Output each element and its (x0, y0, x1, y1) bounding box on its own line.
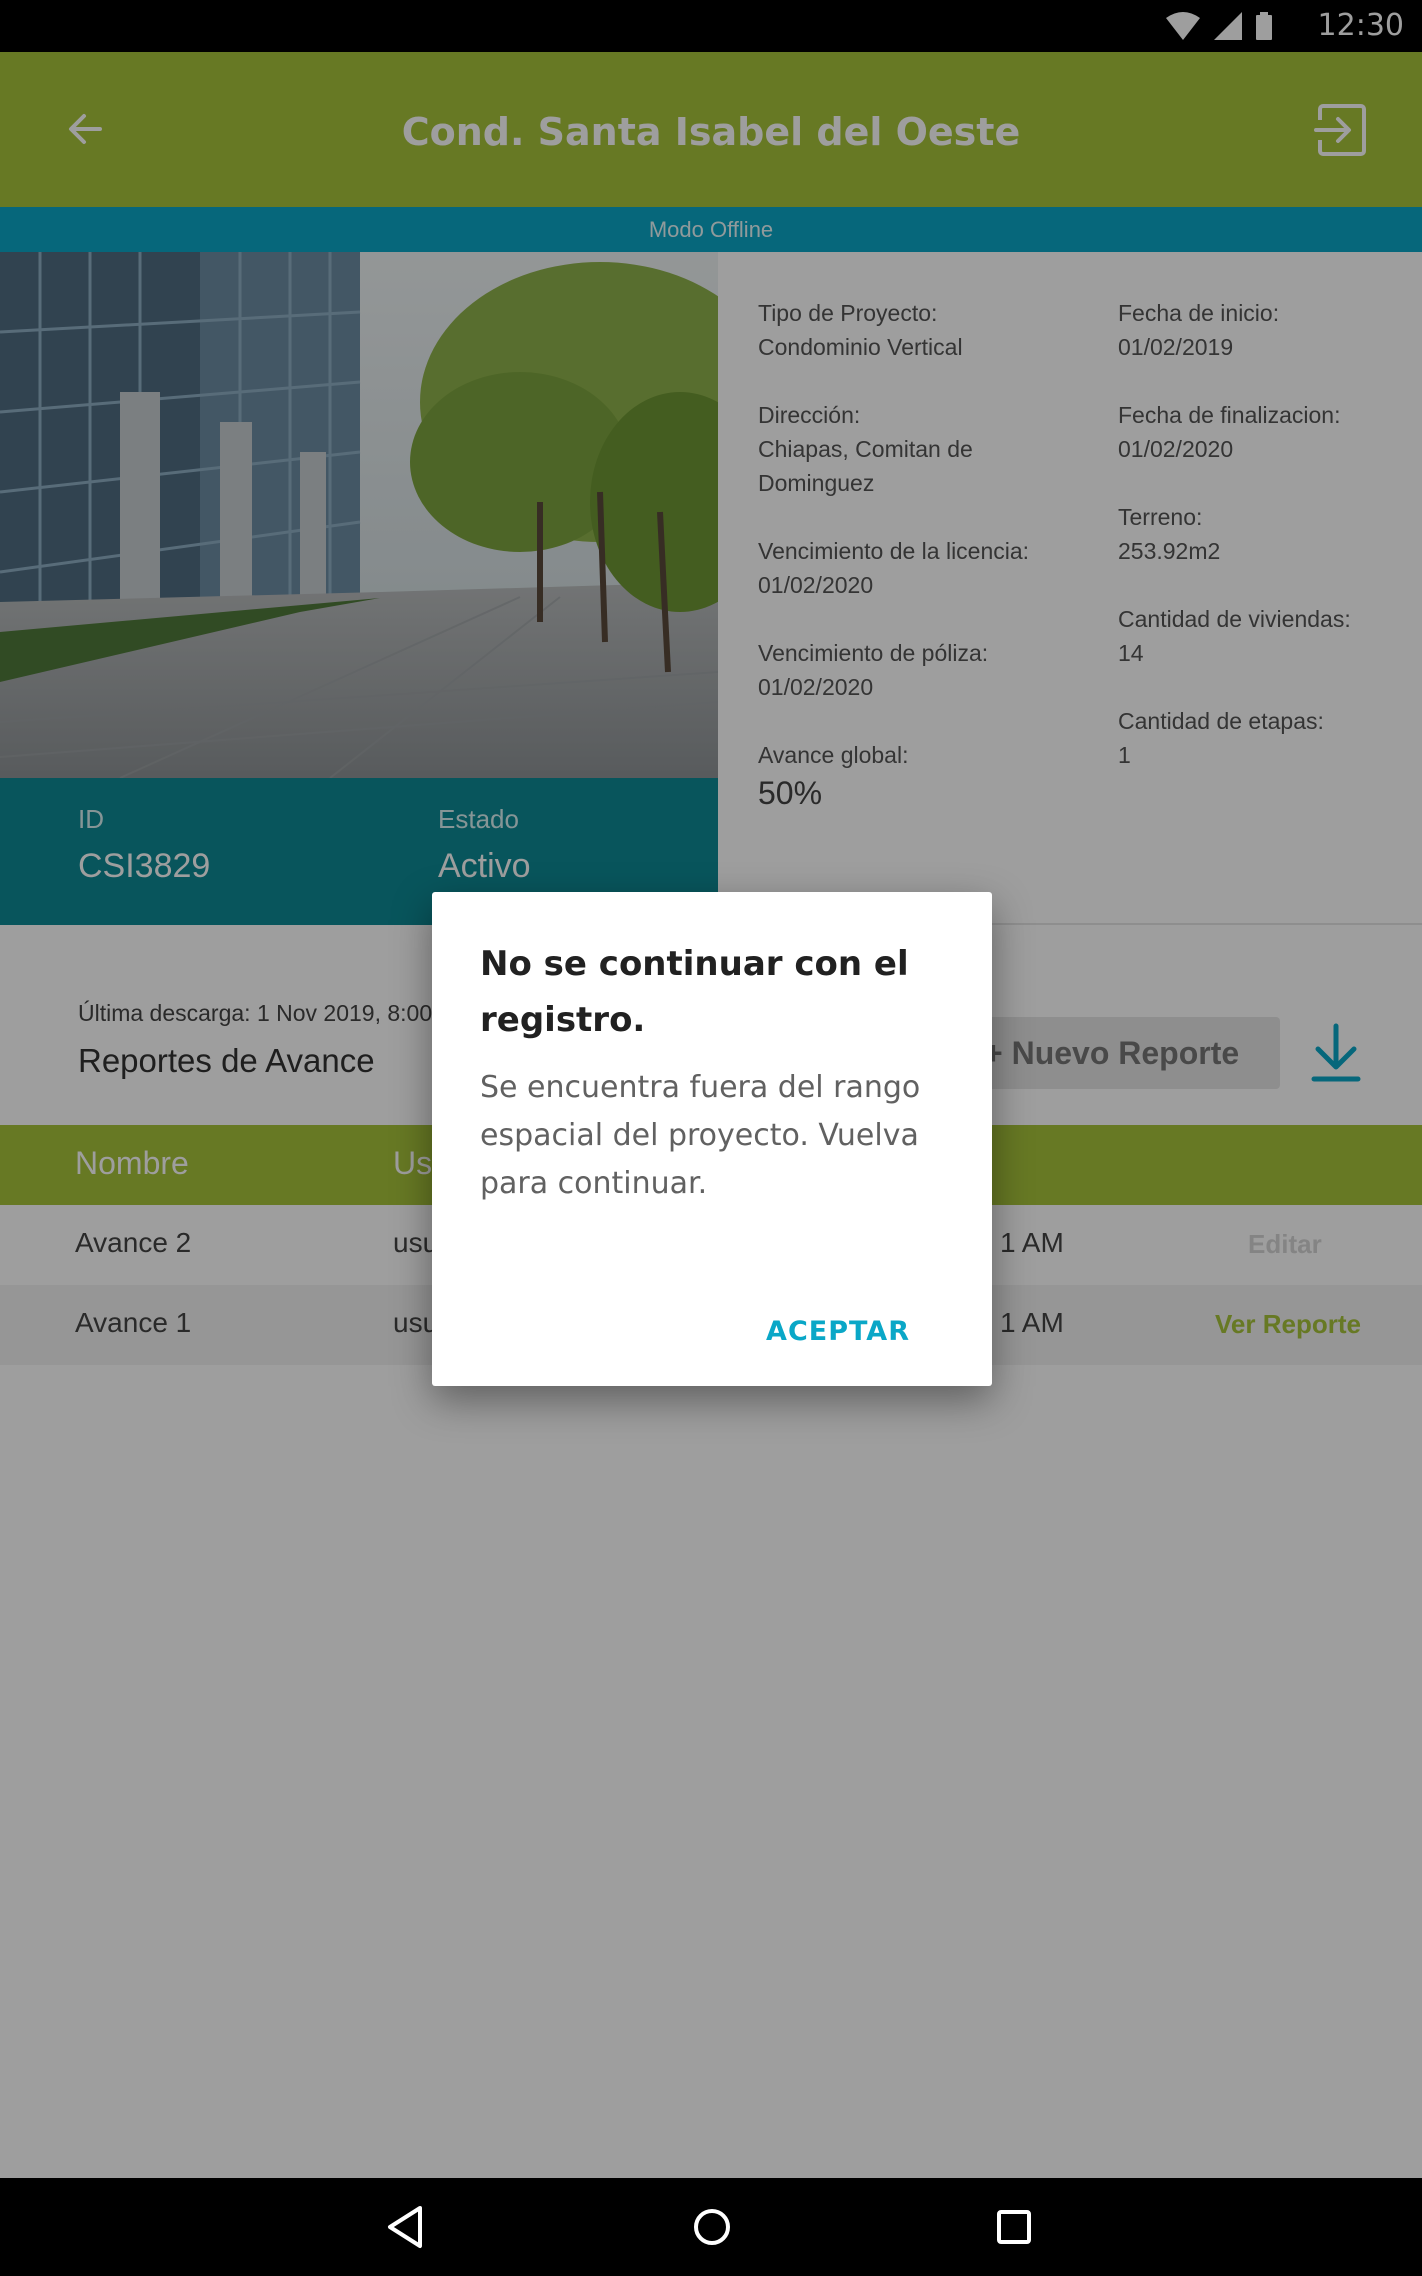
back-nav-icon[interactable] (380, 2202, 430, 2252)
alert-dialog: No se continuar con el registro. Se encu… (432, 892, 992, 1386)
accept-button[interactable]: ACEPTAR (766, 1316, 910, 1347)
home-nav-icon[interactable] (687, 2202, 737, 2252)
navigation-bar (0, 2178, 1422, 2276)
recents-nav-icon[interactable] (989, 2202, 1039, 2252)
dialog-message: Se encuentra fuera del rango espacial de… (480, 1070, 921, 1201)
dialog-title: No se continuar con el registro. (480, 944, 909, 1040)
